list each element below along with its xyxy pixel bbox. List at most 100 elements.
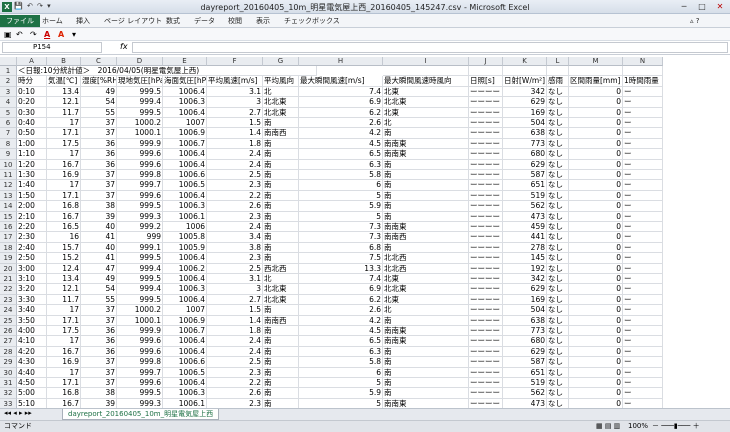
table-cell[interactable]: 6.9 <box>299 97 383 108</box>
table-cell[interactable]: 5 <box>299 398 383 408</box>
table-cell[interactable]: 55 <box>81 107 117 118</box>
toolbar-dropdown-icon[interactable]: ▾ <box>72 29 76 40</box>
table-cell[interactable]: 南 <box>263 138 299 150</box>
table-cell[interactable]: 南南東 <box>383 222 469 233</box>
table-cell[interactable]: 38 <box>81 201 117 212</box>
column-title-cell[interactable]: 気温[℃] <box>47 76 81 87</box>
table-cell[interactable]: ーーーー <box>469 357 503 368</box>
table-cell[interactable]: ー <box>623 294 663 306</box>
row-header[interactable]: 9 <box>0 149 17 160</box>
table-cell[interactable]: ー <box>623 315 663 326</box>
table-cell[interactable]: 4:50 <box>17 378 47 389</box>
table-cell[interactable]: 6 <box>299 367 383 378</box>
row-header[interactable]: 30 <box>0 367 17 378</box>
table-cell[interactable]: なし <box>547 294 569 306</box>
table-cell[interactable]: 3.4 <box>207 232 263 243</box>
minimize-icon[interactable]: ─ <box>676 1 692 13</box>
tab-data[interactable]: データ <box>194 15 215 27</box>
table-cell[interactable]: ー <box>623 274 663 285</box>
table-cell[interactable]: 2.3 <box>207 180 263 191</box>
help-icon[interactable]: ▵ ? <box>690 15 699 27</box>
table-cell[interactable]: ーーーー <box>469 398 503 408</box>
table-cell[interactable]: 999.6 <box>117 190 163 202</box>
table-cell[interactable]: 999.3 <box>117 398 163 408</box>
table-cell[interactable]: なし <box>547 263 569 274</box>
table-cell[interactable]: 999.6 <box>117 149 163 160</box>
table-cell[interactable]: 37 <box>81 190 117 202</box>
row-header[interactable]: 26 <box>0 326 17 337</box>
column-title-cell[interactable]: 時分 <box>17 76 47 87</box>
row-header[interactable]: 11 <box>0 170 17 181</box>
table-cell[interactable]: ー <box>623 170 663 181</box>
row-header[interactable]: 20 <box>0 263 17 274</box>
table-cell[interactable]: 0 <box>569 253 623 264</box>
table-cell[interactable]: 0 <box>569 388 623 399</box>
row-header[interactable]: 8 <box>0 138 17 150</box>
table-cell[interactable]: ー <box>623 346 663 358</box>
table-cell[interactable]: ー <box>623 388 663 399</box>
table-cell[interactable]: 999.5 <box>117 86 163 98</box>
table-cell[interactable]: 5:10 <box>17 398 47 408</box>
table-cell[interactable]: 2.4 <box>207 336 263 347</box>
table-cell[interactable]: 17 <box>47 180 81 191</box>
table-cell[interactable]: 北東 <box>383 294 469 306</box>
table-cell[interactable]: 2.6 <box>299 305 383 316</box>
table-cell[interactable]: 6.3 <box>299 346 383 358</box>
column-title-cell[interactable]: 区間雨量[mm] <box>569 76 623 87</box>
table-cell[interactable]: ーーーー <box>469 86 503 98</box>
table-cell[interactable]: ー <box>623 398 663 408</box>
table-cell[interactable]: 587 <box>503 357 547 368</box>
table-cell[interactable]: 南南東 <box>383 138 469 150</box>
table-cell[interactable]: 0 <box>569 180 623 191</box>
table-cell[interactable]: 南 <box>383 315 469 326</box>
table-cell[interactable]: 2.2 <box>207 190 263 202</box>
table-cell[interactable]: 36 <box>81 159 117 170</box>
table-cell[interactable]: 1.4 <box>207 128 263 139</box>
table-cell[interactable]: 2.3 <box>207 367 263 378</box>
table-cell[interactable]: なし <box>547 346 569 358</box>
table-cell[interactable]: 南 <box>263 253 299 264</box>
table-cell[interactable]: 南 <box>263 232 299 243</box>
table-cell[interactable]: 13.4 <box>47 274 81 285</box>
table-cell[interactable]: 1:10 <box>17 149 47 160</box>
table-cell[interactable]: 南 <box>383 159 469 170</box>
table-cell[interactable]: 4:40 <box>17 367 47 378</box>
tab-insert[interactable]: 挿入 <box>76 15 90 27</box>
view-mode-icons[interactable]: ▦ ▤ ▥ <box>596 421 620 432</box>
table-cell[interactable]: 北東 <box>383 86 469 98</box>
table-cell[interactable]: 北 <box>383 118 469 129</box>
sheet-tab[interactable]: dayreport_20160405_10m_明星電気屋上西 <box>62 409 220 420</box>
table-cell[interactable]: 47 <box>81 263 117 274</box>
table-cell[interactable]: 3:50 <box>17 315 47 326</box>
row-header[interactable]: 4 <box>0 97 17 108</box>
table-cell[interactable]: なし <box>547 201 569 212</box>
table-cell[interactable]: 17 <box>47 149 81 160</box>
table-cell[interactable]: 2.4 <box>207 159 263 170</box>
tab-view[interactable]: 表示 <box>256 15 270 27</box>
table-cell[interactable]: なし <box>547 326 569 337</box>
table-cell[interactable]: ーーーー <box>469 336 503 347</box>
table-cell[interactable]: 7.4 <box>299 86 383 98</box>
table-cell[interactable]: 1005.9 <box>163 242 207 254</box>
table-cell[interactable]: 16.7 <box>47 346 81 358</box>
table-cell[interactable]: ー <box>623 284 663 295</box>
column-title-cell[interactable]: 湿度[%RH] <box>81 76 117 87</box>
column-title-cell[interactable]: 現地気圧[hPa] <box>117 76 163 87</box>
formula-input[interactable] <box>132 42 728 53</box>
table-cell[interactable]: 5 <box>299 211 383 222</box>
table-cell[interactable]: 北北東 <box>263 107 299 118</box>
table-cell[interactable]: 6.2 <box>299 107 383 118</box>
column-title-cell[interactable]: 1時間雨量 <box>623 76 663 87</box>
table-cell[interactable]: 17 <box>47 336 81 347</box>
table-cell[interactable]: 1006.5 <box>163 180 207 191</box>
table-cell[interactable]: 2.4 <box>207 222 263 233</box>
table-cell[interactable]: 0 <box>569 357 623 368</box>
table-cell[interactable]: 40 <box>81 222 117 233</box>
table-cell[interactable]: 南 <box>383 367 469 378</box>
table-cell[interactable]: 17 <box>47 305 81 316</box>
table-cell[interactable]: 37 <box>81 170 117 181</box>
column-header[interactable]: A <box>17 57 47 66</box>
table-cell[interactable]: 南 <box>383 201 469 212</box>
table-cell[interactable]: 1000.2 <box>117 118 163 129</box>
column-header[interactable]: D <box>117 57 163 66</box>
